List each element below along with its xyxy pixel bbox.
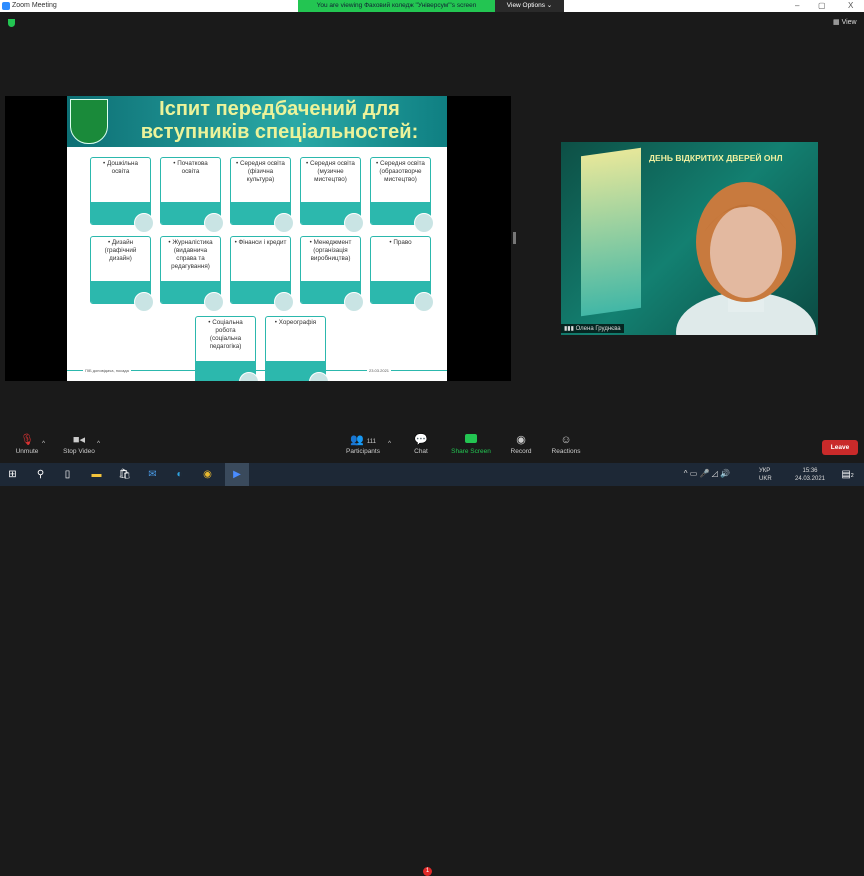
decorative-circle [134, 292, 154, 312]
meeting-toolbar: 🎙 Unmute ^ ■◂ Stop Video ^ 👥 111 Participan… [0, 432, 864, 876]
decorative-circle [309, 372, 329, 381]
window-title: Zoom Meeting [12, 2, 57, 9]
specialty-label: • Менеджмент (організація виробництва) [309, 239, 352, 262]
decorative-circle [134, 213, 154, 233]
specialty-label: • Соціальна робота (соціальна педагогіка… [208, 319, 243, 350]
reactions-label: Reactions [551, 448, 581, 455]
specialty-label: • Початкова освіта [173, 160, 208, 175]
reactions-button[interactable]: ☺ Reactions [549, 432, 583, 455]
reactions-icon: ☺ [560, 434, 572, 446]
chrome-icon[interactable]: ◉ [200, 467, 215, 482]
view-button[interactable]: ▦ View [833, 18, 857, 26]
specialty-label: • Журналістика (видавнича справа та реда… [168, 239, 213, 270]
view-label: View [841, 19, 857, 26]
splitter-handle[interactable] [513, 232, 516, 244]
zoom-taskbar-icon[interactable]: ▶ [225, 463, 249, 486]
specialty-label: • Середня освіта (фізична культура) [236, 160, 285, 183]
language-indicator[interactable]: УКР [759, 467, 775, 475]
windows-taskbar: ⊞ ⚲ ▯ ▬ 🛍 ✉ ◐ ◉ ▶ ^ ▭ 🎤 ◿ 🔊 УКР UKR 15:36… [0, 463, 864, 486]
college-logo [70, 99, 108, 144]
mail-icon[interactable]: ✉ [145, 467, 160, 482]
specialty-label: • Хореографія [274, 319, 317, 326]
participant-person [676, 182, 816, 335]
record-label: Record [510, 448, 532, 455]
decorative-circle [414, 213, 434, 233]
background-graphic [581, 147, 641, 317]
record-button[interactable]: ◉ Record [508, 432, 534, 455]
title-bar: Zoom Meeting You are viewing Фаховий кол… [0, 0, 864, 12]
chat-badge: 1 [423, 867, 432, 876]
slide: Іспит передбачений для вступників спеціа… [67, 96, 447, 381]
slide-title: Іспит передбачений для вступників спеціа… [140, 98, 419, 143]
decorative-circle [414, 292, 434, 312]
chat-label: Chat [414, 448, 428, 455]
specialty-label: • Право [389, 239, 412, 246]
tray-icons[interactable]: ^ ▭ 🎤 ◿ 🔊 [684, 470, 730, 478]
task-view-icon[interactable]: ▯ [60, 467, 75, 482]
file-explorer-icon[interactable]: ▬ [89, 467, 104, 482]
leave-button[interactable]: Leave [822, 440, 858, 455]
search-icon[interactable]: ⚲ [33, 467, 48, 482]
maximize-button[interactable]: ▢ [818, 1, 826, 10]
participants-count: 111 [366, 439, 376, 445]
specialty-label: • Середня освіта (музичне мистецтво) [306, 160, 355, 183]
video-camera-icon: ■◂ [72, 434, 86, 446]
slide-footer-date: 23.03.2021 [367, 368, 392, 373]
unmute-button[interactable]: 🎙 Unmute [12, 432, 42, 455]
decorative-circle [204, 213, 224, 233]
decorative-circle [274, 213, 294, 233]
security-shield-icon[interactable] [8, 19, 15, 27]
decorative-circle [344, 292, 364, 312]
clock-time[interactable]: 15:36 [780, 467, 840, 475]
windows-start-icon[interactable]: ⊞ [5, 467, 20, 482]
share-screen-icon [449, 432, 493, 448]
zoom-logo-icon [2, 2, 10, 10]
close-button[interactable]: X [848, 1, 853, 10]
participant-video[interactable]: ДЕНЬ ВІДКРИТИХ ДВЕРЕЙ ОНЛ ▮▮▮ Олена Груд… [561, 142, 818, 335]
minimize-button[interactable]: – [795, 1, 799, 10]
language-code: UKR [759, 476, 772, 482]
participants-button[interactable]: 👥 111 Participants [343, 432, 383, 455]
view-options-button[interactable]: View Options ⌄ [495, 0, 564, 12]
clock-date: 24.03.2021 [794, 476, 826, 482]
shared-screen: Іспит передбачений для вступників спеціа… [5, 96, 511, 381]
notifications-icon[interactable]: ▤2 [840, 467, 855, 482]
unmute-label: Unmute [15, 448, 39, 455]
notification-count: 2 [850, 473, 854, 479]
participant-name: Олена Груднєва [575, 326, 621, 332]
decorative-circle [239, 372, 259, 381]
chat-icon: 💬 [414, 434, 428, 446]
edge-icon[interactable]: ◐ [172, 467, 187, 482]
video-background-text: ДЕНЬ ВІДКРИТИХ ДВЕРЕЙ ОНЛ [649, 153, 783, 163]
share-screen-button[interactable]: Share Screen [449, 432, 493, 455]
stop-video-button[interactable]: ■◂ Stop Video [60, 432, 98, 455]
microphone-muted-icon: 🎙 [20, 434, 34, 446]
specialty-label: • Фінанси і кредит [234, 239, 287, 246]
record-icon: ◉ [516, 434, 526, 446]
viewing-banner: You are viewing Фаховий коледж "Універсу… [298, 0, 495, 12]
participants-icon: 👥 111 [350, 434, 376, 446]
participants-label: Participants [346, 448, 380, 455]
video-options-caret[interactable]: ^ [97, 440, 100, 447]
specialty-label: • Дизайн (графічний дизайн) [104, 239, 137, 262]
share-screen-label: Share Screen [451, 448, 491, 455]
participant-name-label: ▮▮▮ Олена Груднєва [561, 324, 624, 333]
stop-video-label: Stop Video [63, 448, 95, 455]
audio-options-caret[interactable]: ^ [42, 440, 45, 447]
specialty-label: • Середня освіта (образотворче мистецтво… [376, 160, 425, 183]
participants-caret[interactable]: ^ [388, 440, 391, 447]
slide-footer-left: ПІБ доповідача, посада [83, 368, 131, 373]
chat-button[interactable]: 💬 Chat [410, 432, 432, 455]
store-icon[interactable]: 🛍 [117, 467, 132, 482]
decorative-circle [204, 292, 224, 312]
specialty-label: • Дошкільна освіта [103, 160, 138, 175]
slide-header: Іспит передбачений для вступників спеціа… [67, 96, 447, 147]
decorative-circle [344, 213, 364, 233]
decorative-circle [274, 292, 294, 312]
